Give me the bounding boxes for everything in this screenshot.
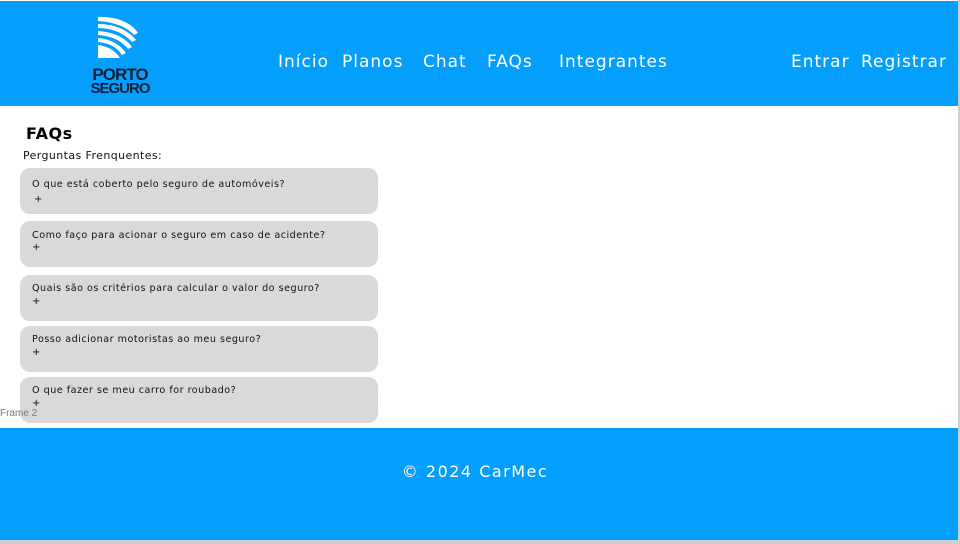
nav-link-inicio[interactable]: Início: [278, 52, 329, 72]
expand-plus-icon[interactable]: +: [32, 296, 40, 307]
nav-link-faqs[interactable]: FAQs: [487, 52, 533, 72]
nav-link-planos[interactable]: Planos: [342, 52, 403, 72]
page-title: FAQs: [26, 124, 73, 143]
faq-question: O que está coberto pelo seguro de automó…: [32, 179, 286, 190]
expand-plus-icon[interactable]: +: [34, 194, 42, 205]
faq-question: O que fazer se meu carro for roubado?: [32, 385, 237, 396]
logo-text-line2: SEGURO: [90, 80, 150, 97]
register-link[interactable]: Registrar: [861, 52, 947, 72]
footer-copyright: © 2024 CarMec: [401, 462, 549, 481]
faq-item[interactable]: Como faço para acionar o seguro em caso …: [20, 221, 378, 267]
frame-border-bottom: [0, 540, 960, 544]
nav-link-integrantes[interactable]: Integrantes: [559, 52, 668, 72]
expand-plus-icon[interactable]: +: [32, 347, 40, 358]
faq-question: Quais são os critérios para calcular o v…: [32, 283, 320, 294]
faq-item[interactable]: Posso adicionar motoristas ao meu seguro…: [20, 326, 378, 372]
faq-question: Como faço para acionar o seguro em caso …: [32, 230, 326, 241]
sail-logo-icon: [94, 15, 142, 63]
faq-item[interactable]: Quais são os critérios para calcular o v…: [20, 275, 378, 321]
nav-link-chat[interactable]: Chat: [423, 52, 467, 72]
faq-question: Posso adicionar motoristas ao meu seguro…: [32, 334, 262, 345]
faq-item[interactable]: O que fazer se meu carro for roubado? +: [20, 377, 378, 423]
login-link[interactable]: Entrar: [791, 52, 850, 72]
frame-label: Frame 2: [0, 408, 38, 419]
site-footer: © 2024 CarMec: [0, 428, 958, 540]
faq-item[interactable]: O que está coberto pelo seguro de automó…: [20, 168, 378, 214]
expand-plus-icon[interactable]: +: [32, 242, 40, 253]
porto-seguro-logo[interactable]: PORTO SEGURO: [88, 13, 152, 97]
site-header: PORTO SEGURO Início Planos Chat FAQs Int…: [0, 1, 958, 106]
faq-subtitle: Perguntas Frenquentes:: [23, 149, 163, 162]
